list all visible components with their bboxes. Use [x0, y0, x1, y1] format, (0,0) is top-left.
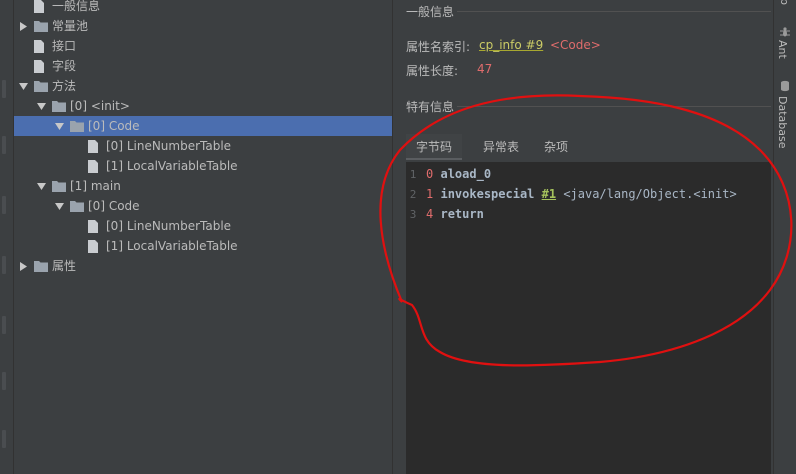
- file-icon: [88, 156, 102, 176]
- code-line: 4 return: [426, 207, 484, 221]
- tree-node-label: [1] LocalVariableTable: [106, 239, 238, 253]
- opcode: invokespecial: [440, 187, 535, 201]
- tree-node-label: 接口: [52, 39, 77, 53]
- attribute-details-panel: 一般信息 属性名索引: cp_info #9 <Code> 属性长度: 47 特…: [393, 0, 778, 474]
- right-tool-strip: b Ant Database: [773, 0, 796, 474]
- line-number: 2: [409, 188, 417, 201]
- section-separator: [457, 106, 771, 107]
- folder-icon: [52, 96, 66, 116]
- file-icon: [88, 216, 102, 236]
- opcode: aload_0: [440, 167, 492, 181]
- tree-node[interactable]: [0] LineNumberTable: [14, 136, 392, 156]
- tree-node-label: [0] <init>: [70, 99, 130, 113]
- file-icon: [34, 36, 48, 56]
- opcode: return: [440, 207, 484, 221]
- tree-node[interactable]: 属性: [14, 256, 392, 276]
- gutter-marker: [2, 316, 6, 334]
- expand-arrow-right-icon[interactable]: [18, 16, 28, 36]
- tree-node-label: [0] LineNumberTable: [106, 219, 232, 233]
- tree-node-label: [1] LocalVariableTable: [106, 159, 238, 173]
- folder-icon: [34, 16, 48, 36]
- tree-node-label: 属性: [52, 259, 77, 273]
- ant-icon: [780, 27, 790, 37]
- tree-node[interactable]: 常量池: [14, 16, 392, 36]
- name-index-label: 属性名索引:: [406, 40, 471, 54]
- gutter-marker: [2, 430, 6, 448]
- expand-arrow-down-icon[interactable]: [36, 96, 46, 116]
- attribute-length-label: 属性长度:: [406, 64, 459, 78]
- tree-node-label: [0] LineNumberTable: [106, 139, 232, 153]
- tree-node[interactable]: 一般信息: [14, 0, 392, 16]
- tool-window-ant[interactable]: Ant: [776, 40, 789, 59]
- attribute-length-value: 47: [477, 62, 493, 76]
- tree-node[interactable]: [0] Code: [14, 116, 392, 136]
- file-icon: [88, 236, 102, 256]
- tree-node-label: 方法: [52, 79, 77, 93]
- class-structure-tree[interactable]: 一般信息常量池接口字段方法 [0] <init> [0] Code [0] LineN…: [14, 0, 392, 474]
- name-index-value: <Code>: [550, 38, 601, 52]
- tree-node[interactable]: 方法: [14, 76, 392, 96]
- constant-pool-ref-link[interactable]: #1: [542, 187, 556, 201]
- tab-misc[interactable]: 杂项: [536, 134, 576, 160]
- folder-icon: [34, 76, 48, 96]
- expand-arrow-right-icon[interactable]: [18, 256, 28, 276]
- file-icon: [34, 0, 48, 16]
- bytecode-offset: 0: [426, 167, 434, 181]
- tree-node[interactable]: [0] Code: [14, 196, 392, 216]
- gutter-marker: [2, 80, 6, 98]
- tree-node[interactable]: [1] main: [14, 176, 392, 196]
- tree-node-label: 一般信息: [52, 0, 101, 13]
- expand-arrow-down-icon[interactable]: [54, 196, 64, 216]
- bytecode-offset: 4: [426, 207, 434, 221]
- general-info-title: 一般信息: [406, 5, 455, 19]
- tree-node[interactable]: [1] LocalVariableTable: [14, 156, 392, 176]
- database-icon: [781, 80, 789, 92]
- method-comment: <java/lang/Object.<init>: [563, 187, 737, 201]
- bytecode-tabs: 字节码 异常表 杂项: [406, 134, 771, 160]
- left-gutter: [0, 0, 14, 474]
- file-icon: [34, 56, 48, 76]
- gutter-marker: [2, 372, 6, 390]
- tab-bytecode[interactable]: 字节码: [406, 134, 462, 160]
- section-separator: [457, 11, 771, 12]
- specific-info-title: 特有信息: [406, 100, 455, 114]
- tree-node-label: [1] main: [70, 179, 121, 193]
- tree-node[interactable]: 字段: [14, 56, 392, 76]
- gutter-marker: [2, 256, 6, 274]
- tree-node[interactable]: [1] LocalVariableTable: [14, 236, 392, 256]
- folder-icon: [34, 256, 48, 276]
- tree-node-label: 常量池: [52, 19, 89, 33]
- expand-arrow-down-icon[interactable]: [54, 116, 64, 136]
- file-icon: [88, 136, 102, 156]
- tab-exception-table[interactable]: 异常表: [476, 134, 526, 160]
- tree-node[interactable]: 接口: [14, 36, 392, 56]
- tree-node-label: 字段: [52, 59, 77, 73]
- tool-window-database[interactable]: Database: [776, 96, 789, 149]
- gutter-marker: [2, 136, 6, 154]
- line-number: 3: [409, 208, 417, 221]
- line-number: 1: [409, 168, 417, 181]
- cp-info-link[interactable]: cp_info #9: [479, 38, 543, 52]
- expand-arrow-down-icon[interactable]: [18, 76, 28, 96]
- tool-window-b[interactable]: b: [778, 0, 791, 5]
- gutter-marker: [2, 196, 6, 214]
- folder-icon: [70, 196, 84, 216]
- code-line: 0 aload_0: [426, 167, 491, 181]
- code-line: 1 invokespecial #1 <java/lang/Object.<in…: [426, 187, 737, 201]
- tree-node[interactable]: [0] <init>: [14, 96, 392, 116]
- folder-icon: [70, 116, 84, 136]
- folder-icon: [52, 176, 66, 196]
- bytecode-offset: 1: [426, 187, 434, 201]
- expand-arrow-down-icon[interactable]: [36, 176, 46, 196]
- tree-node-label: [0] Code: [88, 199, 140, 213]
- tree-node[interactable]: [0] LineNumberTable: [14, 216, 392, 236]
- bytecode-editor[interactable]: 1 0 aload_0 2 1 invokespecial #1 <java/l…: [406, 162, 771, 474]
- tree-node-label: [0] Code: [88, 119, 140, 133]
